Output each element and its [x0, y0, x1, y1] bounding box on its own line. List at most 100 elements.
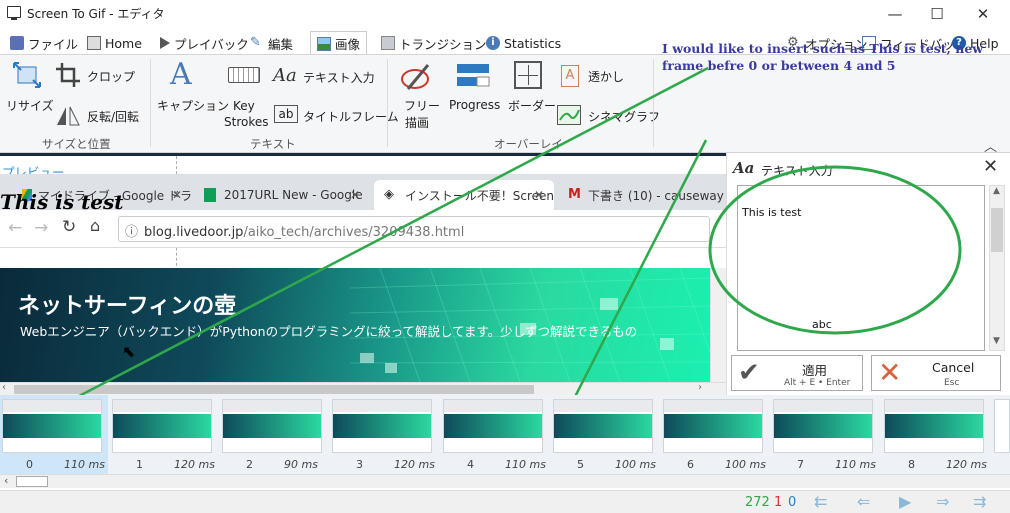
flip-rotate-button[interactable]: 反転/回転: [87, 108, 139, 125]
progress-icon: [456, 63, 490, 87]
thumb-browser-bar: [333, 400, 431, 412]
preview-vertical-scrollbar[interactable]: [710, 268, 726, 382]
tab-edit[interactable]: ✎ 編集: [250, 32, 293, 54]
title-frame-button[interactable]: タイトルフレーム: [303, 108, 399, 125]
tab-file[interactable]: ファイル: [10, 32, 78, 54]
tab-edit-label: 編集: [268, 36, 294, 52]
border-button[interactable]: ボーダー: [508, 97, 556, 114]
minimize-button[interactable]: —: [872, 0, 918, 27]
previous-frame-icon[interactable]: ⇐: [857, 492, 870, 511]
thumb-banner: [444, 414, 542, 438]
frame-thumbnail[interactable]: [222, 399, 322, 453]
pencil-icon: ✎: [250, 35, 261, 50]
scroll-left-icon[interactable]: ‹: [4, 474, 8, 487]
next-frame-icon[interactable]: ⇒: [936, 492, 949, 511]
last-frame-icon[interactable]: ⇉: [973, 492, 986, 511]
tab-home[interactable]: Home: [87, 32, 142, 54]
info-icon: i: [486, 36, 500, 50]
scroll-down-icon[interactable]: ▼: [993, 336, 1000, 346]
watermark-button[interactable]: 透かし: [588, 68, 624, 85]
reload-icon[interactable]: ↻: [62, 217, 76, 237]
caption-button[interactable]: キャプション: [157, 97, 229, 114]
frame-count-total: 272: [745, 495, 770, 510]
frame-delay: 90 ms: [284, 458, 318, 471]
cancel-button[interactable]: ✕ Cancel Esc: [871, 355, 1001, 391]
frame-number: 7: [797, 458, 804, 471]
site-banner: ネットサーフィンの壺 Webエンジニア（バックエンド）がPythonのプログラミ…: [0, 268, 712, 382]
maximize-button[interactable]: ☐: [914, 0, 960, 27]
text-panel-scrollbar[interactable]: ▲ ▼: [989, 185, 1005, 351]
text-input-button[interactable]: テキスト入力: [303, 69, 375, 86]
frame-number: 0: [26, 458, 33, 471]
frame-thumbnail[interactable]: [663, 399, 763, 453]
group-label-overlay: オーバーレイ: [494, 137, 563, 151]
scroll-thumb[interactable]: [991, 208, 1003, 252]
frame-thumbnail[interactable]: [443, 399, 543, 453]
tab-close-icon[interactable]: ✕: [534, 188, 544, 202]
close-window-button[interactable]: ✕: [960, 0, 1006, 27]
home-icon[interactable]: ⌂: [90, 216, 100, 235]
text-input-icon: Aa: [273, 65, 297, 86]
frame-thumbnail[interactable]: [2, 399, 102, 453]
address-bar: ← → ↻ ⌂ ⓘ blog.livedoor.jp/aiko_tech/arch…: [0, 210, 726, 248]
frame-number: 3: [356, 458, 363, 471]
home-window-icon: [87, 36, 101, 50]
crop-button[interactable]: クロップ: [87, 68, 135, 85]
thumb-banner: [664, 414, 762, 438]
play-frames-icon[interactable]: ▶: [899, 492, 911, 511]
tab-playback[interactable]: プレイバック: [160, 32, 249, 54]
scroll-thumb[interactable]: [14, 385, 534, 394]
scroll-up-icon[interactable]: ▲: [993, 186, 1000, 196]
user-annotation-note: I would like to insert such as This is t…: [662, 41, 984, 73]
frame-thumbnail[interactable]: [112, 399, 212, 453]
apply-button[interactable]: ✔ 適用 Alt + E • Enter: [731, 355, 863, 391]
frame-thumbnail[interactable]: [332, 399, 432, 453]
key-strokes-button-line2[interactable]: Strokes: [224, 115, 269, 129]
first-frame-icon[interactable]: ⇇: [814, 492, 827, 511]
tab-close-icon[interactable]: ✕: [350, 188, 360, 202]
resize-button[interactable]: リサイズ: [6, 97, 54, 114]
scroll-thumb[interactable]: [16, 476, 48, 487]
scroll-right-icon[interactable]: ›: [698, 382, 702, 393]
browser-tab-label: 2017URL New - Google: [224, 188, 363, 202]
thumb-browser-bar: [3, 400, 101, 412]
tab-close-icon[interactable]: ✕: [172, 188, 182, 202]
panel-close-icon[interactable]: ✕: [983, 156, 998, 177]
back-arrow-icon[interactable]: ←: [8, 218, 22, 238]
cinemagraph-button[interactable]: シネマグラフ: [588, 108, 660, 125]
scroll-left-icon[interactable]: ‹: [2, 382, 6, 393]
info-circle-icon: ⓘ: [125, 225, 139, 240]
thumb-banner: [554, 414, 652, 438]
key-strokes-button-line1[interactable]: Key: [233, 99, 255, 113]
site-title: ネットサーフィンの壺: [18, 294, 237, 319]
tab-image-label: 画像: [335, 37, 361, 52]
tab-image[interactable]: 画像: [310, 31, 368, 55]
url-path: /aiko_tech/archives/3209438.html: [243, 225, 465, 240]
frame-thumbnail-partial[interactable]: [994, 399, 1010, 453]
url-field[interactable]: ⓘ blog.livedoor.jp/aiko_tech/archives/320…: [118, 216, 710, 242]
tab-statistics[interactable]: i Statistics: [486, 32, 561, 54]
progress-button[interactable]: Progress: [449, 98, 500, 112]
forward-arrow-icon[interactable]: →: [34, 218, 48, 238]
text-content-field[interactable]: This is test abc: [737, 185, 985, 351]
preview-horizontal-scrollbar[interactable]: ‹ ›: [0, 382, 726, 395]
tab-home-label: Home: [105, 35, 142, 51]
frame-thumbnail[interactable]: [773, 399, 873, 453]
tab-transition[interactable]: トランジション: [381, 32, 487, 54]
frame-delay: 100 ms: [615, 458, 656, 471]
free-drawing-button-line2[interactable]: 描画: [405, 114, 429, 131]
frames-horizontal-scrollbar[interactable]: ‹: [0, 474, 1010, 488]
browser-tab-label: 下書き (10) - causeway: [588, 188, 724, 203]
browser-tab[interactable]: M 下書き (10) - causeway: [558, 180, 726, 210]
browser-tab-active[interactable]: ◈ インストール不要！Screen ✕: [374, 180, 554, 210]
browser-tab[interactable]: 2017URL New - Google ✕: [194, 180, 370, 210]
group-label-size: サイズと位置: [42, 137, 111, 151]
frame-thumbnail[interactable]: [553, 399, 653, 453]
abc-sample-text: abc: [812, 318, 832, 331]
free-drawing-button-line1[interactable]: フリー: [404, 97, 440, 114]
tab-transition-label: トランジション: [399, 36, 487, 52]
frame-thumbnail[interactable]: [884, 399, 984, 453]
preview-canvas: プレビュー マイドライブ - Google ドラ ✕ 2017URL New -…: [0, 153, 726, 395]
resize-icon: [12, 61, 42, 89]
ribbon-divider: [387, 59, 388, 147]
